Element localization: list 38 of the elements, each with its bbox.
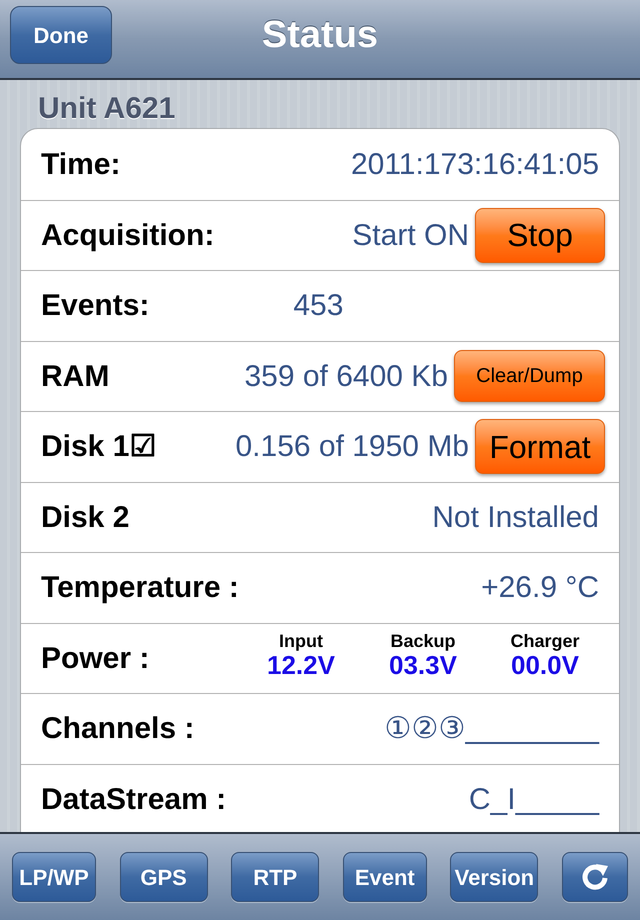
row-label: Channels : — [41, 711, 194, 748]
action-button[interactable]: Clear/Dump — [454, 350, 605, 402]
toolbar-button[interactable]: Version — [450, 852, 538, 902]
row-label: Disk 2 — [41, 500, 130, 536]
row-label: Time: — [41, 146, 120, 183]
row-value: Start ON — [352, 218, 469, 254]
row-label: Temperature : — [41, 570, 239, 606]
action-button[interactable]: Stop — [475, 208, 605, 263]
toolbar-button[interactable]: GPS — [120, 852, 208, 902]
toolbar-button[interactable]: Event — [342, 852, 427, 902]
row-label: RAM — [41, 358, 110, 395]
row-label: Disk 1☑ — [41, 429, 156, 466]
row-value: 0.156 of 1950 Mb — [235, 429, 469, 466]
row-label: DataStream : — [41, 782, 226, 818]
screen-title: Status — [262, 12, 378, 58]
refresh-icon — [580, 862, 610, 892]
voltage-reading: 12.2V — [267, 651, 335, 680]
row-value: 453 — [293, 288, 344, 324]
refresh-button[interactable] — [562, 852, 628, 902]
voltage-reading: 03.3V — [389, 651, 457, 680]
row-value: 359 of 6400 Kb — [244, 358, 448, 395]
toolbar-button[interactable]: RTP — [231, 852, 320, 902]
row-value: ①②③________ — [384, 711, 599, 748]
row-value: 2011:173:16:41:05 — [350, 146, 599, 183]
row-value: C_I_____ — [468, 782, 599, 818]
done-button[interactable]: Done — [10, 6, 112, 64]
reading-name: Input — [279, 631, 323, 652]
row-label: Acquisition: — [41, 218, 214, 254]
row-label: Events: — [41, 288, 150, 324]
action-button[interactable]: Format — [475, 419, 605, 474]
reading-name: Backup — [390, 631, 456, 652]
voltage-reading: 00.0V — [511, 651, 579, 680]
row-value: +26.9 °C — [481, 570, 599, 606]
toolbar-button[interactable]: LP/WP — [12, 852, 96, 902]
row-value: Not Installed — [432, 500, 599, 536]
reading-name: Charger — [510, 631, 580, 652]
unit-header: Unit A621 — [38, 92, 176, 125]
row-label: Power : — [41, 640, 150, 677]
